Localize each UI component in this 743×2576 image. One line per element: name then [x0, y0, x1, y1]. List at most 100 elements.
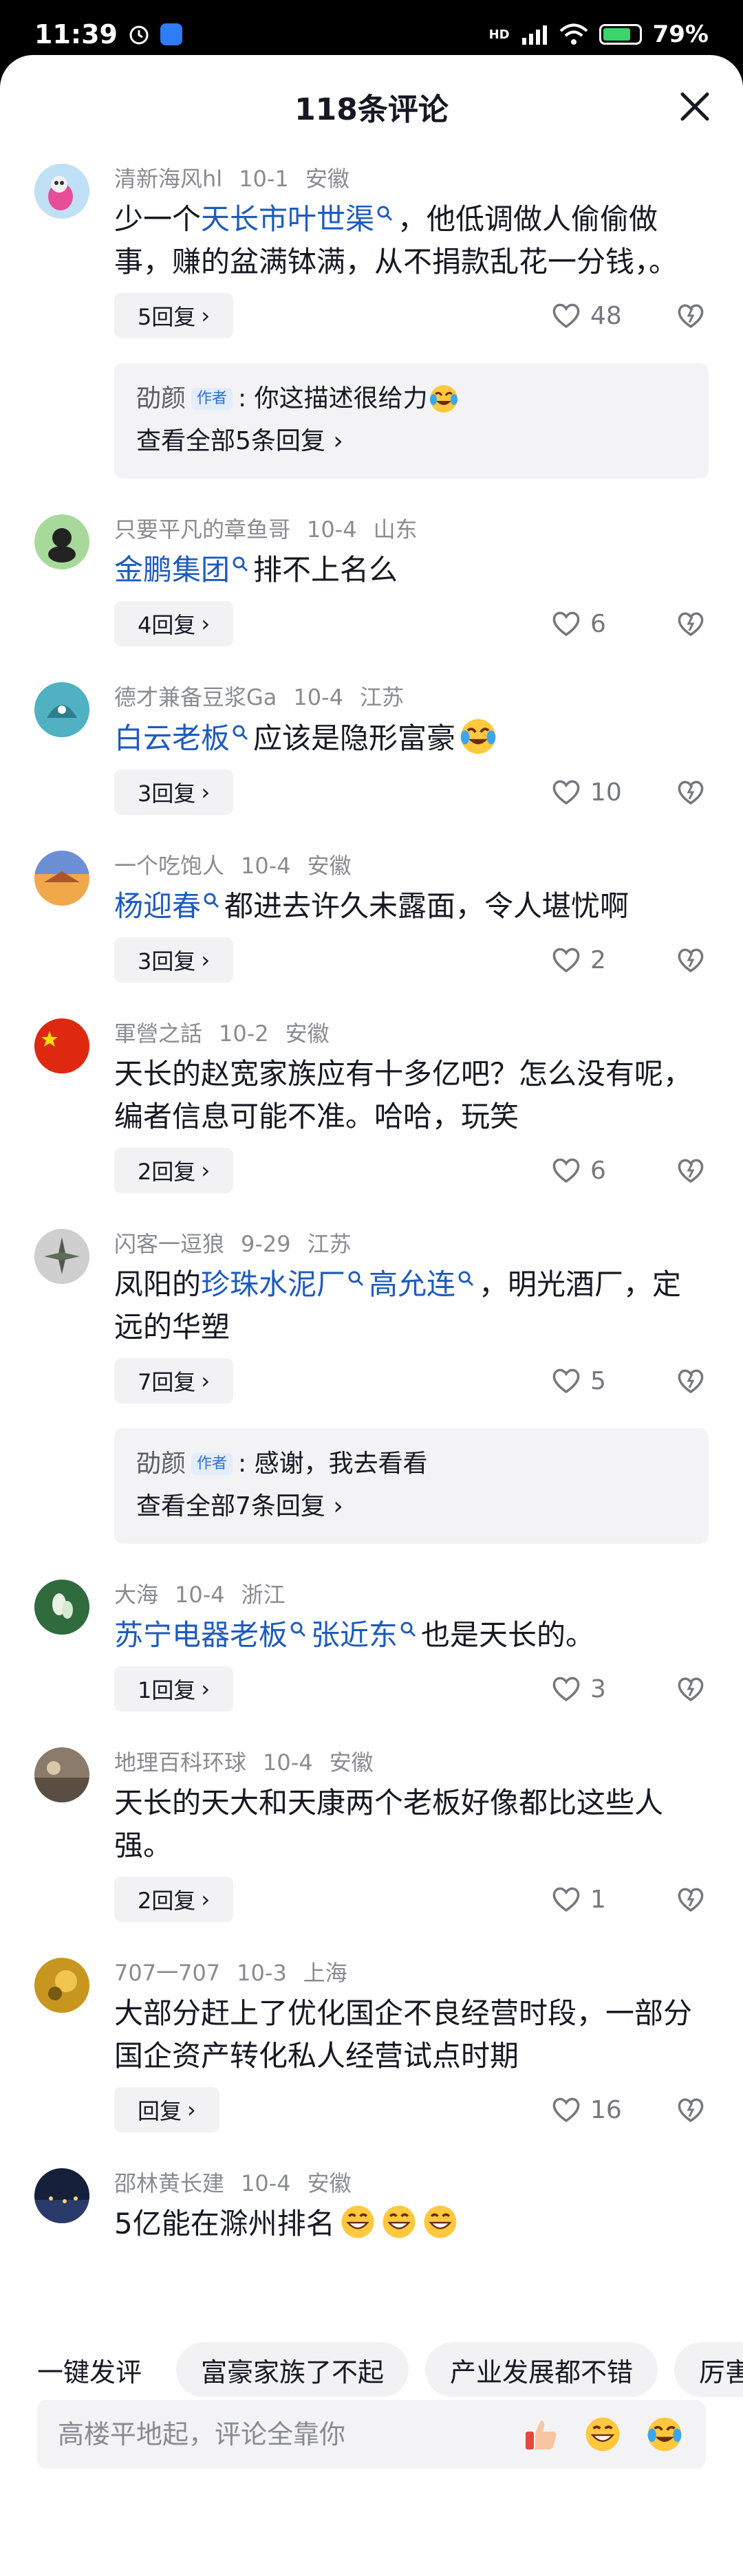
reply-count-button[interactable]: 4回复 ›	[114, 601, 234, 646]
reply-count-button[interactable]: 5回复 ›	[114, 293, 234, 338]
username[interactable]: 清新海风hl	[114, 164, 222, 194]
username[interactable]: 地理百科环球	[114, 1747, 246, 1778]
heart-icon	[552, 780, 580, 805]
dislike-icon[interactable]	[676, 2095, 706, 2125]
like-button[interactable]: 10	[552, 778, 627, 807]
dislike-icon[interactable]	[676, 1884, 706, 1914]
username[interactable]: 闪客一逗狼	[114, 1229, 224, 1259]
comment-text-part: 也是天长的。	[421, 1618, 595, 1652]
close-button[interactable]	[674, 86, 715, 127]
username[interactable]: 707一707	[114, 1958, 220, 1988]
username[interactable]: 一个吃饱人	[114, 851, 224, 881]
keyword-link[interactable]: 张近东	[311, 1618, 398, 1652]
reply-count-button[interactable]: 2回复 ›	[114, 1148, 234, 1193]
like-button[interactable]: 16	[552, 2096, 627, 2124]
comment-item: 只要平凡的章鱼哥 10-4 山东 金鹏集团 排不上名么 4回复 › 6	[34, 514, 709, 646]
comment-meta: 清新海风hl 10-1 安徽	[114, 164, 709, 194]
laugh-cry-emoji-button[interactable]	[644, 2414, 685, 2455]
avatar[interactable]	[34, 682, 89, 737]
like-button[interactable]: 6	[552, 610, 627, 638]
like-button[interactable]: 6	[552, 1157, 627, 1185]
view-all-replies-link[interactable]: 查看全部5条回复 ›	[136, 422, 687, 461]
avatar[interactable]	[34, 851, 89, 906]
reply-count-button[interactable]: 2回复 ›	[114, 1877, 234, 1922]
username[interactable]: 大海	[114, 1580, 158, 1610]
comment-text: 金鹏集团 排不上名么	[114, 549, 709, 591]
avatar[interactable]	[34, 1747, 89, 1802]
quick-comment-chip[interactable]: 富豪家族了不起	[176, 2342, 409, 2397]
page-title: 118条评论	[294, 92, 449, 127]
comment-text: 杨迎春 都进去许久未露面，令人堪忧啊	[114, 885, 709, 928]
comment-meta: 地理百科环球 10-4 安徽	[114, 1747, 709, 1778]
like-count: 1	[590, 1885, 606, 1914]
search-icon	[233, 556, 248, 572]
like-button[interactable]: 3	[552, 1675, 627, 1703]
like-button[interactable]: 1	[552, 1886, 627, 1914]
keyword-link[interactable]: 杨迎春	[114, 889, 201, 923]
avatar[interactable]	[34, 164, 89, 219]
like-button[interactable]: 48	[552, 302, 627, 330]
keyword-link[interactable]: 高允连	[369, 1267, 455, 1301]
author-name[interactable]: 劭颜	[136, 380, 186, 418]
comment-meta: 只要平凡的章鱼哥 10-4 山东	[114, 514, 709, 545]
comment-item: 邵林黄长建 10-4 安徽 5亿能在滁州排名	[34, 2168, 709, 2252]
keyword-link[interactable]: 白云老板	[114, 721, 230, 755]
quick-comment-chip[interactable]: 产业发展都不错	[425, 2342, 658, 2397]
like-button[interactable]: 2	[552, 946, 627, 974]
dislike-icon[interactable]	[676, 777, 706, 807]
comment-item: 地理百科环球 10-4 安徽 天长的天大和天康两个老板好像都比这些人强。 2回复…	[34, 1747, 709, 1922]
reply-count-button[interactable]: 3回复 ›	[114, 937, 234, 983]
author-reply-box[interactable]: 劭颜 作者 : 感谢，我去看看 查看全部7条回复 ›	[114, 1428, 709, 1544]
comment-list: 清新海风hl 10-1 安徽 少一个天长市叶世渠 ，他低调做人偷偷做事，赚的盆满钵…	[0, 164, 743, 2252]
comment-text: 苏宁电器老板 张近东 也是天长的。	[114, 1614, 709, 1657]
dislike-icon[interactable]	[676, 609, 706, 639]
comment-region: 安徽	[307, 853, 352, 879]
avatar[interactable]	[34, 1018, 89, 1073]
comment-region: 上海	[303, 1960, 347, 1986]
reply-count-button[interactable]: 1回复 ›	[114, 1666, 234, 1712]
grin-emoji-button[interactable]	[582, 2414, 623, 2455]
username[interactable]: 德才兼备豆浆Ga	[114, 682, 277, 712]
reply-count-button[interactable]: 7回复 ›	[114, 1358, 234, 1404]
comment-date: 10-4	[175, 1582, 225, 1608]
comment-input[interactable]	[58, 2419, 499, 2449]
chevron-right-icon: ›	[333, 427, 343, 455]
dislike-icon[interactable]	[676, 301, 706, 331]
avatar[interactable]	[34, 1958, 89, 2013]
author-name[interactable]: 劭颜	[136, 1445, 186, 1483]
search-icon	[233, 725, 248, 741]
reply-count-button[interactable]: 3回复 ›	[114, 769, 234, 815]
reply-button[interactable]: 回复 ›	[114, 2087, 219, 2132]
username[interactable]: 邵林黄长建	[114, 2168, 224, 2198]
dislike-icon[interactable]	[676, 1674, 706, 1704]
search-icon	[400, 1622, 416, 1637]
search-icon	[348, 1271, 364, 1287]
chevron-right-icon: ›	[201, 1676, 211, 1702]
username[interactable]: 軍營之話	[114, 1018, 202, 1049]
thumbs-up-emoji-button[interactable]	[520, 2414, 561, 2455]
dislike-icon[interactable]	[676, 1155, 706, 1186]
view-all-replies-text: 查看全部7条回复	[136, 1492, 325, 1520]
avatar[interactable]	[34, 2168, 89, 2223]
search-icon	[204, 893, 219, 908]
dislike-icon[interactable]	[676, 1366, 706, 1396]
keyword-link[interactable]: 苏宁电器老板	[114, 1618, 288, 1652]
avatar[interactable]	[34, 1580, 89, 1635]
chevron-right-icon: ›	[201, 611, 211, 637]
comment-text-part: 少一个	[114, 202, 202, 236]
like-count: 3	[590, 1674, 606, 1703]
username[interactable]: 只要平凡的章鱼哥	[114, 514, 290, 545]
avatar[interactable]	[34, 1229, 89, 1284]
like-button[interactable]: 5	[552, 1367, 627, 1395]
dislike-icon[interactable]	[676, 945, 706, 975]
like-count: 5	[590, 1366, 606, 1395]
author-reply-box[interactable]: 劭颜 作者 : 你这描述很给力 查看全部5条回复 ›	[114, 363, 709, 479]
keyword-link[interactable]: 天长市叶世渠	[201, 202, 374, 236]
reply-count: 2回复	[138, 1888, 196, 1914]
keyword-link[interactable]: 金鹏集团	[114, 553, 230, 587]
avatar[interactable]	[34, 514, 89, 569]
quick-comment-chip[interactable]: 厉害厉	[674, 2342, 743, 2397]
keyword-link[interactable]: 珍珠水泥厂	[201, 1267, 345, 1301]
chevron-right-icon: ›	[201, 1886, 211, 1912]
view-all-replies-link[interactable]: 查看全部7条回复 ›	[136, 1487, 687, 1526]
